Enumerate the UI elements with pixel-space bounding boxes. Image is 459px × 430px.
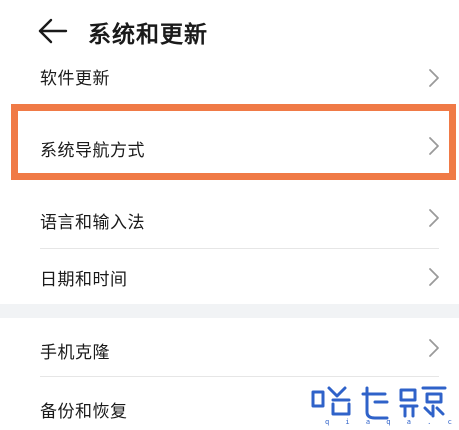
- settings-item-date-time[interactable]: 日期和时间: [0, 249, 459, 297]
- settings-item-language-input[interactable]: 语言和输入法: [0, 186, 459, 248]
- highlight-box: [11, 104, 456, 180]
- back-button[interactable]: [36, 16, 70, 46]
- settings-item-label: 手机克隆: [40, 343, 110, 363]
- settings-item-label: 日期和时间: [40, 270, 128, 290]
- svg-text:q i a q a . c o m: q i a q a . c o m: [325, 418, 455, 426]
- settings-item-software-update[interactable]: 软件更新: [0, 56, 459, 100]
- settings-item-label: 备份和恢复: [40, 402, 128, 422]
- chevron-right-icon: [429, 209, 439, 227]
- chevron-right-icon: [429, 268, 439, 286]
- page-title: 系统和更新: [88, 22, 208, 48]
- settings-item-label: 软件更新: [40, 69, 110, 89]
- settings-item-phone-clone[interactable]: 手机克隆: [0, 318, 459, 376]
- chevron-right-icon: [429, 69, 439, 87]
- chevron-right-icon: [429, 339, 439, 357]
- section-separator: [0, 304, 459, 318]
- settings-item-label: 语言和输入法: [40, 213, 145, 233]
- arrow-left-icon: [38, 18, 68, 44]
- watermark-logo: q i a q a . c o m: [305, 382, 459, 426]
- top-bar: 系统和更新: [0, 0, 459, 56]
